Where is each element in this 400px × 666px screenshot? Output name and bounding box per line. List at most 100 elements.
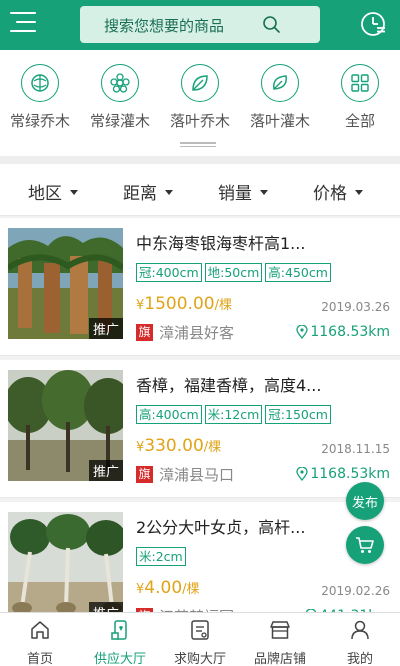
post-date: 2019.03.26 — [321, 300, 390, 314]
search-icon[interactable] — [262, 15, 282, 35]
price-value: 4.00 — [144, 578, 183, 598]
search-input[interactable]: 搜索您想要的商品 — [80, 6, 320, 43]
flagship-badge: 旗 — [136, 324, 153, 341]
globe-tree-icon — [21, 64, 59, 102]
price-unit: /棵 — [214, 298, 232, 313]
home-icon — [31, 621, 49, 639]
product-price: ¥330.00/棵 — [136, 436, 221, 456]
store-info[interactable]: 旗 漳浦县马口 — [136, 464, 234, 485]
price-unit: /棵 — [203, 440, 222, 455]
spec-tag: 高:400cm — [136, 405, 202, 424]
product-price: ¥1500.00/棵 — [136, 294, 232, 314]
nav-label: 求购大厅 — [173, 652, 226, 666]
nav-label: 我的 — [346, 652, 373, 666]
page-indicator — [180, 142, 216, 147]
caret-down-icon — [70, 190, 78, 195]
supply-icon — [111, 620, 127, 640]
post-date: 2019.02.26 — [321, 584, 390, 598]
spec-tag: 高:450cm — [265, 263, 331, 282]
category-deciduous-shrub[interactable]: 落叶灌木 — [245, 64, 315, 131]
spec-tag: 米:12cm — [204, 405, 263, 424]
nav-label: 品牌店铺 — [253, 652, 306, 666]
flower-icon — [101, 64, 139, 102]
grid-icon — [341, 64, 379, 102]
price-value: 330.00 — [144, 436, 204, 456]
spec-tags: 高:400cm 米:12cm 冠:150cm — [136, 405, 334, 424]
store-name: 漳浦县好客 — [159, 324, 235, 342]
product-card[interactable]: 推广 中东海枣银海枣杆高1... 冠:400cm 地:50cm 高:450cm … — [0, 218, 400, 356]
filter-label: 价格 — [313, 184, 347, 204]
menu-icon-line — [10, 12, 36, 14]
product-image: 推广 — [8, 228, 123, 339]
caret-down-icon — [260, 190, 268, 195]
caret-down-icon — [165, 190, 173, 195]
category-label: 全部 — [344, 112, 375, 130]
location-pin-icon — [296, 325, 309, 339]
filter-label: 地区 — [28, 184, 62, 204]
nav-brand-shops[interactable]: 品牌店铺 — [240, 619, 320, 666]
category-all[interactable]: 全部 — [325, 64, 395, 131]
distance-value: 1168.53km — [310, 324, 390, 340]
cart-icon — [356, 537, 374, 553]
history-clock-icon[interactable] — [360, 10, 388, 38]
spec-tag: 冠:400cm — [136, 263, 202, 282]
search-placeholder: 搜索您想要的商品 — [104, 17, 225, 35]
price-unit: /棵 — [182, 582, 200, 597]
filter-label: 销量 — [218, 184, 252, 204]
product-price: ¥4.00/棵 — [136, 578, 200, 598]
header-bar: 搜索您想要的商品 — [0, 0, 400, 50]
spec-tags: 冠:400cm 地:50cm 高:450cm — [136, 263, 334, 282]
leaf-outline-icon — [261, 64, 299, 102]
spec-tag: 地:50cm — [204, 263, 263, 282]
distance: 1168.53km — [296, 466, 390, 482]
filter-label: 距离 — [123, 184, 157, 204]
distance-value: 1168.53km — [310, 466, 390, 482]
menu-icon-line — [10, 30, 36, 32]
category-deciduous-tree[interactable]: 落叶乔木 — [165, 64, 235, 131]
filter-bar: 地区 距离 销量 价格 — [0, 164, 400, 216]
promo-badge: 推广 — [88, 318, 123, 339]
product-image: 推广 — [8, 370, 123, 481]
nav-home[interactable]: 首页 — [0, 619, 80, 666]
filter-region[interactable]: 地区 — [28, 179, 78, 204]
purchase-list-icon — [191, 620, 209, 640]
spec-tag: 冠:150cm — [265, 405, 331, 424]
leaf-icon — [181, 64, 219, 102]
cart-button[interactable] — [346, 526, 384, 564]
store-info[interactable]: 旗 漳浦县好客 — [136, 322, 234, 343]
promo-badge: 推广 — [88, 460, 123, 481]
category-label: 落叶乔木 — [169, 112, 230, 130]
location-pin-icon — [296, 467, 309, 481]
category-label: 常绿乔木 — [9, 112, 70, 130]
caret-down-icon — [355, 190, 363, 195]
section-divider — [0, 156, 400, 164]
category-label: 常绿灌木 — [89, 112, 150, 130]
spec-tags: 米:2cm — [136, 547, 189, 566]
category-grid: 常绿乔木 常绿灌木 落叶乔木 落叶灌木 全部 — [0, 50, 400, 156]
distance: 1168.53km — [296, 324, 390, 340]
publish-button[interactable]: 发布 — [346, 482, 384, 520]
bottom-navigation: 首页 供应大厅 求购大厅 品牌店铺 我的 — [0, 612, 400, 666]
nav-label: 首页 — [26, 652, 53, 666]
filter-price[interactable]: 价格 — [313, 179, 363, 204]
nav-supply-hall[interactable]: 供应大厅 — [80, 619, 160, 666]
product-card[interactable]: 推广 香樟，福建香樟，高度4... 高:400cm 米:12cm 冠:150cm… — [0, 360, 400, 498]
nav-label: 供应大厅 — [93, 652, 146, 666]
price-value: 1500.00 — [144, 294, 215, 314]
product-title: 中东海枣银海枣杆高1... — [136, 234, 306, 253]
shop-icon — [270, 621, 290, 639]
spec-tag: 米:2cm — [136, 547, 186, 566]
product-image: 推广 — [8, 512, 123, 623]
nav-purchase-hall[interactable]: 求购大厅 — [160, 619, 240, 666]
publish-label: 发布 — [351, 495, 378, 511]
menu-button[interactable] — [10, 11, 36, 33]
menu-icon-line — [16, 21, 36, 23]
category-evergreen-tree[interactable]: 常绿乔木 — [5, 64, 75, 131]
nav-profile[interactable]: 我的 — [320, 619, 400, 666]
filter-distance[interactable]: 距离 — [123, 179, 173, 204]
product-title: 香樟，福建香樟，高度4... — [136, 376, 322, 395]
category-evergreen-shrub[interactable]: 常绿灌木 — [85, 64, 155, 131]
store-name: 漳浦县马口 — [159, 466, 235, 484]
post-date: 2018.11.15 — [321, 442, 390, 456]
filter-sales[interactable]: 销量 — [218, 179, 268, 204]
